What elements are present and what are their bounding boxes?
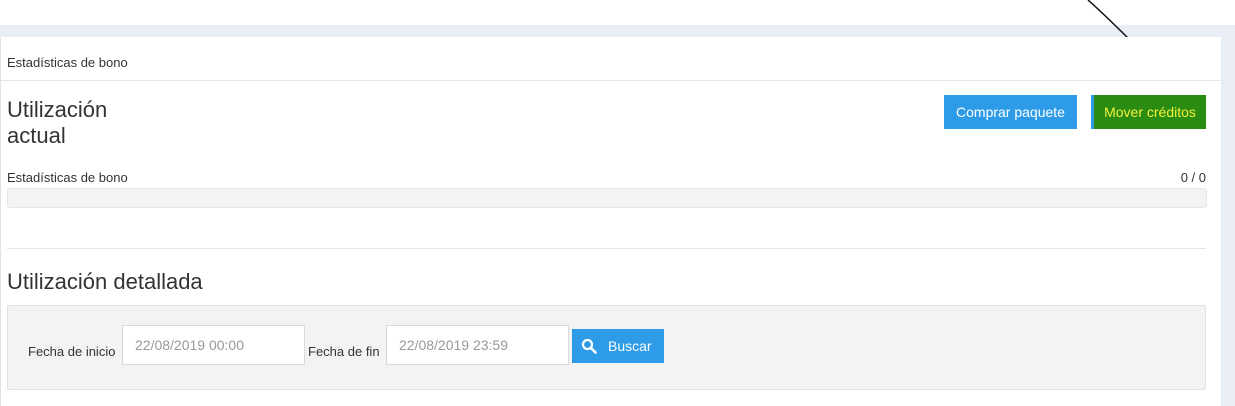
usage-count: 0 / 0	[1180, 170, 1206, 185]
move-credits-button[interactable]: Mover créditos	[1091, 95, 1206, 129]
usage-progress-bar	[7, 188, 1207, 208]
date-filter-form: Fecha de inicio 22/08/2019 00:00 Fecha d…	[7, 305, 1206, 390]
section-divider	[7, 248, 1206, 249]
search-icon	[581, 338, 597, 354]
buy-package-button[interactable]: Comprar paquete	[944, 95, 1077, 129]
detailed-usage-title: Utilización detallada	[7, 269, 203, 294]
panel-title: Estadísticas de bono	[7, 55, 128, 70]
search-button-label: Buscar	[608, 338, 652, 354]
end-date-input[interactable]: 22/08/2019 23:59	[386, 325, 569, 365]
panel-header: Estadísticas de bono	[1, 37, 1221, 81]
bonus-stats-panel: Estadísticas de bono Utilización actual …	[0, 37, 1221, 406]
usage-stats-label: Estadísticas de bono	[7, 170, 128, 185]
end-date-label: Fecha de fin	[308, 344, 380, 359]
start-date-input[interactable]: 22/08/2019 00:00	[122, 325, 305, 365]
current-usage-title: Utilización actual	[7, 97, 108, 148]
start-date-label: Fecha de inicio	[28, 344, 116, 359]
search-button[interactable]: Buscar	[572, 329, 664, 363]
